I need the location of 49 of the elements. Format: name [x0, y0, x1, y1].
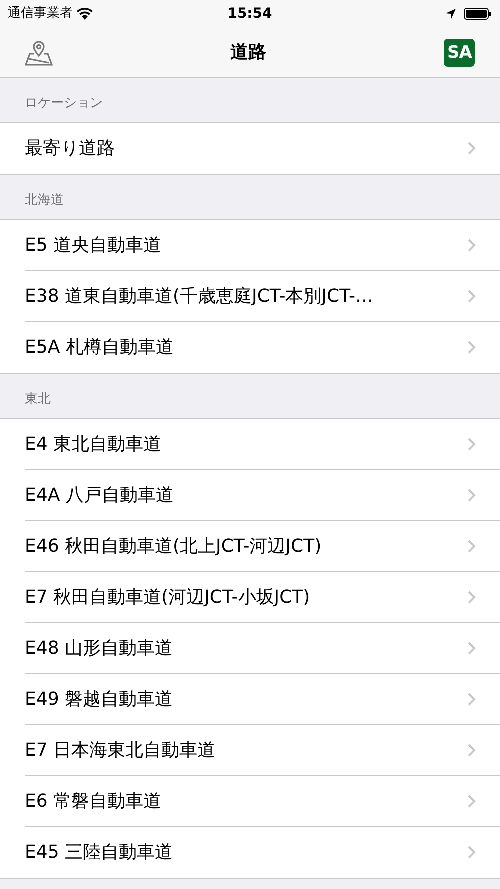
carrier-name: 通信事業者: [8, 5, 73, 24]
chevron-right-icon: [468, 590, 476, 604]
road-list-item[interactable]: E49 磐越自動車道: [25, 674, 500, 725]
road-name: E4A 八戸自動車道: [25, 484, 175, 508]
chevron-right-icon: [468, 341, 476, 354]
road-name: E5A 札樽自動車道: [25, 336, 175, 360]
road-list-item[interactable]: E6 常磐自動車道: [25, 776, 500, 827]
chevron-right-icon: [468, 744, 476, 756]
chevron-right-icon: [468, 290, 476, 302]
sa-button[interactable]: SA: [444, 38, 475, 66]
road-name: 最寄り道路: [25, 137, 116, 161]
road-name: E49 磐越自動車道: [25, 688, 174, 712]
road-name: E48 山形自動車道: [25, 636, 174, 660]
battery-icon: [464, 8, 492, 20]
section-header: ロケーション: [25, 94, 103, 112]
road-name: E6 常磐自動車道: [25, 790, 163, 814]
chevron-right-icon: [468, 488, 476, 502]
road-list-item[interactable]: E38 道東自動車道(千歳恵庭JCT-本別JCT-…: [25, 271, 500, 322]
road-list-item[interactable]: E46 秋田自動車道(北上JCT-河辺JCT): [25, 521, 500, 572]
road-list-item[interactable]: E7 日本海東北自動車道: [25, 725, 500, 776]
chevron-right-icon: [468, 642, 476, 654]
road-list-item[interactable]: E45 三陸自動車道: [25, 827, 500, 878]
road-name: E4 東北自動車道: [25, 432, 163, 456]
road-name: E7 日本海東北自動車道: [25, 738, 217, 762]
section-header: 北海道: [25, 192, 64, 210]
wifi-icon: [77, 8, 93, 20]
chevron-right-icon: [468, 438, 476, 450]
road-list-item[interactable]: E48 山形自動車道: [25, 623, 500, 674]
chevron-right-icon: [468, 692, 476, 706]
road-list-item[interactable]: E5 道央自動車道: [25, 220, 500, 271]
chevron-right-icon: [468, 142, 476, 155]
road-name: E5 道央自動車道: [25, 234, 163, 258]
road-name: E38 道東自動車道(千歳恵庭JCT-本別JCT-…: [25, 284, 374, 308]
road-name: E7 秋田自動車道(河辺JCT-小坂JCT): [25, 586, 312, 610]
chevron-right-icon: [468, 794, 476, 808]
clock-time: 15:54: [228, 4, 272, 24]
location-arrow-icon: [446, 9, 456, 19]
road-list-item[interactable]: E5A 札樽自動車道: [25, 322, 500, 373]
road-name: E45 三陸自動車道: [25, 841, 174, 865]
nav-title: 道路: [230, 41, 267, 65]
chevron-right-icon: [468, 846, 476, 859]
chevron-right-icon: [468, 540, 476, 552]
map-pin-icon[interactable]: [25, 40, 53, 66]
road-list-item[interactable]: E4 東北自動車道: [25, 419, 500, 470]
chevron-right-icon: [468, 238, 476, 252]
section-header: 東北: [25, 390, 51, 408]
road-name: E46 秋田自動車道(北上JCT-河辺JCT): [25, 534, 323, 558]
road-list-item[interactable]: E4A 八戸自動車道: [25, 470, 500, 521]
road-list-item[interactable]: E7 秋田自動車道(河辺JCT-小坂JCT): [25, 572, 500, 623]
